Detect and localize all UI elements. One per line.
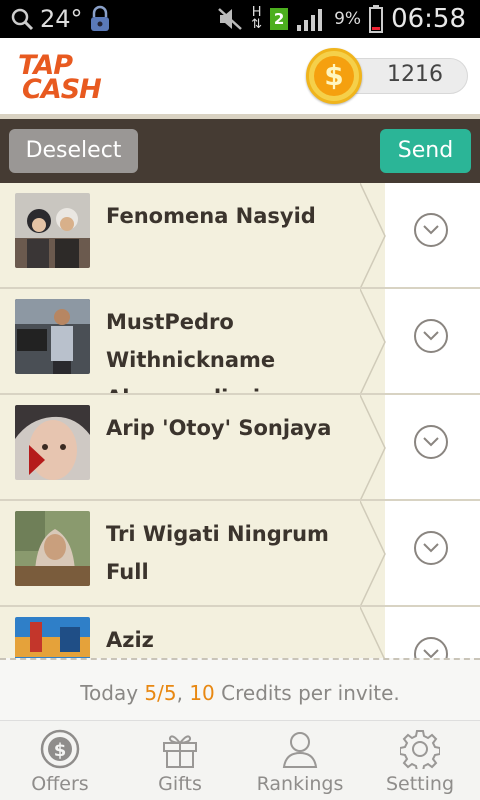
invite-status: Today 5/5, 10 Credits per invite. <box>0 658 480 720</box>
contact-name: Aziz <box>106 628 154 652</box>
signal-icon <box>297 9 323 31</box>
list-item[interactable]: MustPedro Withnickname Akoosandiario <box>0 289 480 395</box>
person-icon <box>282 732 318 768</box>
chevron-down-icon <box>423 437 439 447</box>
list-item[interactable]: Tri Wigati Ningrum Full <box>0 501 480 607</box>
list-item[interactable]: Aziz <box>0 607 480 658</box>
search-icon <box>11 8 34 31</box>
chevron-down-icon <box>423 543 439 553</box>
tab-setting[interactable]: Setting <box>360 721 480 800</box>
avatar <box>15 405 90 480</box>
chevron-down-icon <box>423 225 439 235</box>
battery-icon <box>369 5 384 33</box>
avatar <box>15 617 90 658</box>
clock: 06:58 <box>391 4 466 34</box>
chevron-down-icon <box>423 649 439 658</box>
tab-label: Setting <box>385 773 455 795</box>
expand-button[interactable] <box>414 319 448 353</box>
svg-text:$: $ <box>54 740 67 761</box>
credits-balance: 1216 <box>387 62 443 87</box>
tab-label: Gifts <box>158 773 202 795</box>
avatar <box>15 299 90 374</box>
temperature: 24° <box>40 5 83 33</box>
bottom-tab-bar: $ Offers Gifts Rankings Setting <box>0 720 480 800</box>
gift-icon <box>163 735 197 768</box>
gear-icon <box>400 730 440 769</box>
data-arrows-icon: ⇅ <box>251 17 263 32</box>
tab-gifts[interactable]: Gifts <box>120 721 240 800</box>
invite-separator: , <box>176 681 190 705</box>
contact-name: Fenomena Nasyid <box>106 204 316 228</box>
invite-prefix: Today <box>80 681 145 705</box>
list-item[interactable]: Fenomena Nasyid <box>0 183 480 289</box>
status-bar: 24° H ⇅ 2 9% 06:58 <box>0 0 480 38</box>
lock-icon <box>90 5 109 31</box>
expand-button[interactable] <box>414 213 448 247</box>
expand-button[interactable] <box>414 425 448 459</box>
logo-line-2: CASH <box>22 74 102 105</box>
contact-name: Arip 'Otoy' Sonjaya <box>106 416 332 440</box>
tab-label: Offers <box>31 773 89 795</box>
contact-list[interactable]: Fenomena Nasyid MustPedro Withnickname A… <box>0 183 480 658</box>
tab-label: Rankings <box>256 773 344 795</box>
avatar <box>15 193 90 268</box>
mute-icon <box>218 8 243 30</box>
sim-badge: 2 <box>270 8 289 30</box>
tapcash-logo: TAP CASH <box>14 48 114 108</box>
coin-icon: $ <box>306 48 362 104</box>
status-left: 24° <box>10 4 111 34</box>
contact-name: Tri Wigati Ningrum Full <box>106 522 329 584</box>
coin-symbol: $ <box>314 56 354 96</box>
expand-button[interactable] <box>414 531 448 565</box>
tab-rankings[interactable]: Rankings <box>240 721 360 800</box>
invites-used: 5/5 <box>144 681 177 705</box>
chevron-down-icon <box>423 331 439 341</box>
credits-per-invite: 10 <box>189 681 215 705</box>
dollar-coin-icon: $ <box>40 729 80 769</box>
invite-suffix: Credits per invite. <box>214 681 400 705</box>
status-right: H ⇅ 2 9% 06:58 <box>217 4 466 34</box>
list-item[interactable]: Arip 'Otoy' Sonjaya <box>0 395 480 501</box>
battery-percent: 9% <box>334 9 362 29</box>
contact-name: MustPedro Withnickname Akoosandiario <box>106 310 276 393</box>
tab-offers[interactable]: $ Offers <box>0 721 120 800</box>
action-bar: Deselect Send <box>0 119 480 183</box>
send-button[interactable]: Send <box>380 129 471 173</box>
avatar <box>15 511 90 586</box>
network-type: H ⇅ <box>251 6 263 32</box>
deselect-button[interactable]: Deselect <box>9 129 138 173</box>
